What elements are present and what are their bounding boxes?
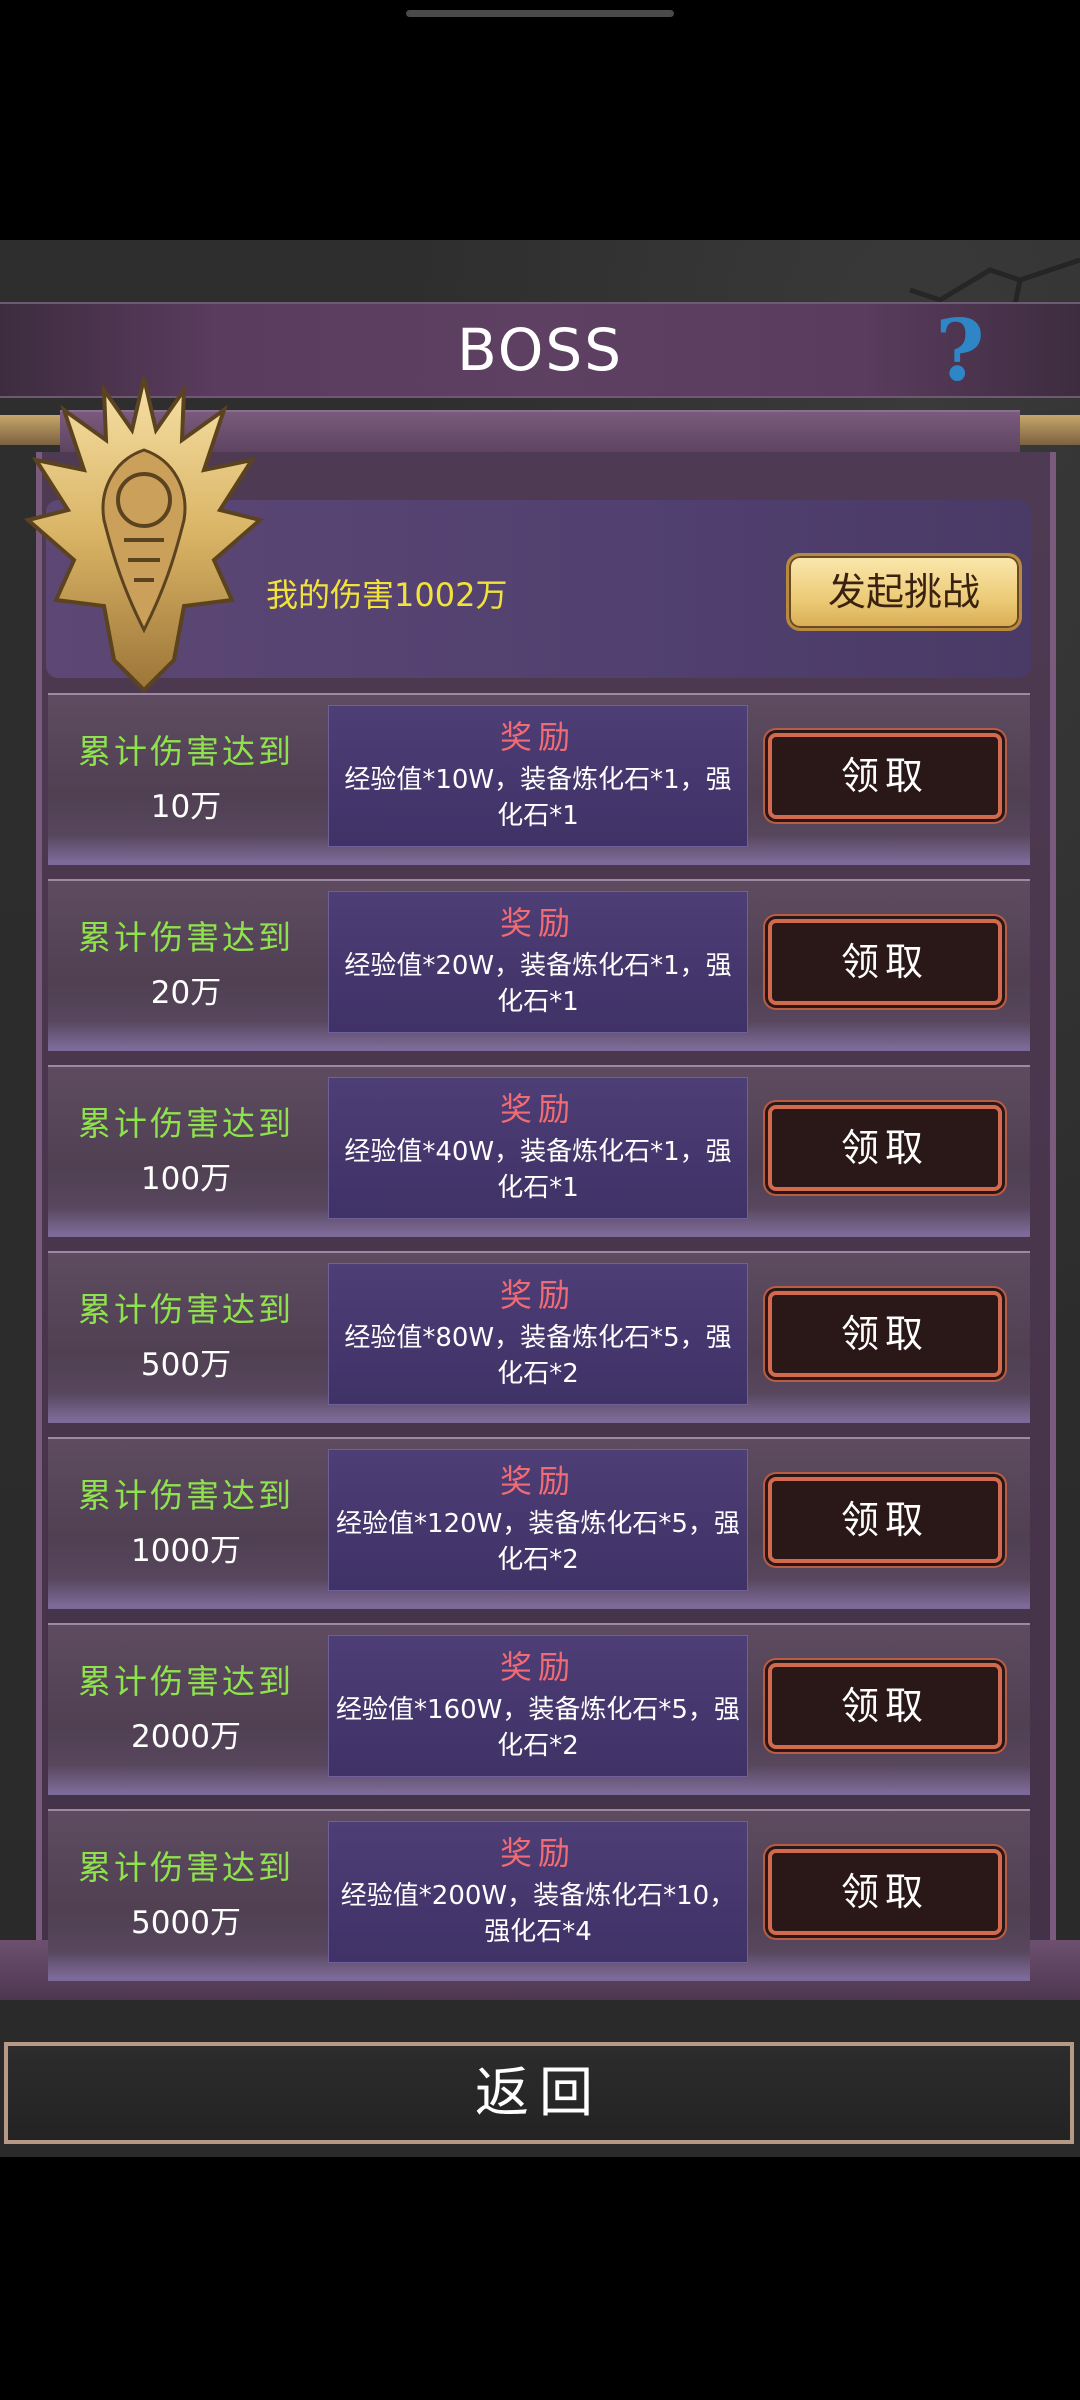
reward-text: 经验值*120W，装备炼化石*5，强化石*2 [336, 1509, 740, 1575]
claim-button[interactable]: 领取 [768, 1291, 1002, 1377]
reward-text: 经验值*80W，装备炼化石*5，强化石*2 [344, 1323, 732, 1389]
reward-row: 累计伤害达到 1000万 奖励 经验值*120W，装备炼化石*5，强化石*2 领… [48, 1437, 1030, 1609]
condition-cell: 累计伤害达到 2000万 [48, 1625, 324, 1791]
damage-threshold: 2000万 [131, 1719, 241, 1755]
condition-cell: 累计伤害达到 5000万 [48, 1811, 324, 1977]
claim-button[interactable]: 领取 [768, 919, 1002, 1005]
reward-box: 奖励 经验值*40W，装备炼化石*1，强化石*1 [328, 1077, 748, 1219]
claim-button[interactable]: 领取 [768, 1477, 1002, 1563]
condition-label: 累计伤害达到 [78, 1104, 294, 1143]
reward-text: 经验值*10W，装备炼化石*1，强化石*1 [344, 765, 732, 831]
condition-cell: 累计伤害达到 20万 [48, 881, 324, 1047]
claim-button[interactable]: 领取 [768, 1849, 1002, 1935]
reward-box: 奖励 经验值*80W，装备炼化石*5，强化石*2 [328, 1263, 748, 1405]
condition-label: 累计伤害达到 [78, 1848, 294, 1887]
reward-box: 奖励 经验值*10W，装备炼化石*1，强化石*1 [328, 705, 748, 847]
start-challenge-button[interactable]: 发起挑战 [786, 553, 1022, 631]
back-button[interactable]: 返回 [4, 2042, 1074, 2144]
damage-threshold: 10万 [150, 789, 222, 825]
reward-row: 累计伤害达到 5000万 奖励 经验值*200W，装备炼化石*10，强化石*4 … [48, 1809, 1030, 1981]
condition-label: 累计伤害达到 [78, 1476, 294, 1515]
reward-title: 奖励 [499, 1090, 576, 1128]
reward-title: 奖励 [499, 904, 576, 942]
reward-title: 奖励 [499, 1462, 576, 1500]
status-notch [406, 10, 674, 17]
question-mark-icon[interactable]: ? [930, 309, 990, 393]
reward-row: 累计伤害达到 2000万 奖励 经验值*160W，装备炼化石*5，强化石*2 领… [48, 1623, 1030, 1795]
damage-threshold: 20万 [150, 975, 222, 1011]
condition-cell: 累计伤害达到 1000万 [48, 1439, 324, 1605]
claim-button[interactable]: 领取 [768, 1663, 1002, 1749]
reward-row: 累计伤害达到 100万 奖励 经验值*40W，装备炼化石*1，强化石*1 领取 [48, 1065, 1030, 1237]
condition-cell: 累计伤害达到 10万 [48, 695, 324, 861]
reward-box: 奖励 经验值*120W，装备炼化石*5，强化石*2 [328, 1449, 748, 1591]
game-screen: BOSS ? 我的伤害1002万 发起挑战 累计伤害达到 10万 奖励 经验值*… [0, 240, 1080, 2157]
damage-threshold: 1000万 [131, 1533, 241, 1569]
damage-threshold: 500万 [140, 1347, 232, 1383]
claim-button[interactable]: 领取 [768, 1105, 1002, 1191]
reward-row: 累计伤害达到 500万 奖励 经验值*80W，装备炼化石*5，强化石*2 领取 [48, 1251, 1030, 1423]
condition-label: 累计伤害达到 [78, 1290, 294, 1329]
condition-cell: 累计伤害达到 500万 [48, 1253, 324, 1419]
condition-label: 累计伤害达到 [78, 1662, 294, 1701]
reward-row: 累计伤害达到 20万 奖励 经验值*20W，装备炼化石*1，强化石*1 领取 [48, 879, 1030, 1051]
my-damage-text: 我的伤害1002万 [266, 576, 508, 614]
condition-cell: 累计伤害达到 100万 [48, 1067, 324, 1233]
damage-threshold: 100万 [140, 1161, 232, 1197]
damage-threshold: 5000万 [131, 1905, 241, 1941]
reward-box: 奖励 经验值*20W，装备炼化石*1，强化石*1 [328, 891, 748, 1033]
reward-title: 奖励 [499, 718, 576, 756]
reward-row: 累计伤害达到 10万 奖励 经验值*10W，装备炼化石*1，强化石*1 领取 [48, 693, 1030, 865]
reward-title: 奖励 [499, 1276, 576, 1314]
reward-text: 经验值*160W，装备炼化石*5，强化石*2 [336, 1695, 740, 1761]
reward-text: 经验值*200W，装备炼化石*10，强化石*4 [340, 1881, 736, 1947]
condition-label: 累计伤害达到 [78, 918, 294, 957]
reward-box: 奖励 经验值*200W，装备炼化石*10，强化石*4 [328, 1821, 748, 1963]
reward-text: 经验值*40W，装备炼化石*1，强化石*1 [344, 1137, 732, 1203]
condition-label: 累计伤害达到 [78, 732, 294, 771]
reward-box: 奖励 经验值*160W，装备炼化石*5，强化石*2 [328, 1635, 748, 1777]
reward-text: 经验值*20W，装备炼化石*1，强化石*1 [344, 951, 732, 1017]
reward-title: 奖励 [499, 1834, 576, 1872]
dragon-emblem-icon [24, 377, 264, 693]
reward-title: 奖励 [499, 1648, 576, 1686]
claim-button[interactable]: 领取 [768, 733, 1002, 819]
